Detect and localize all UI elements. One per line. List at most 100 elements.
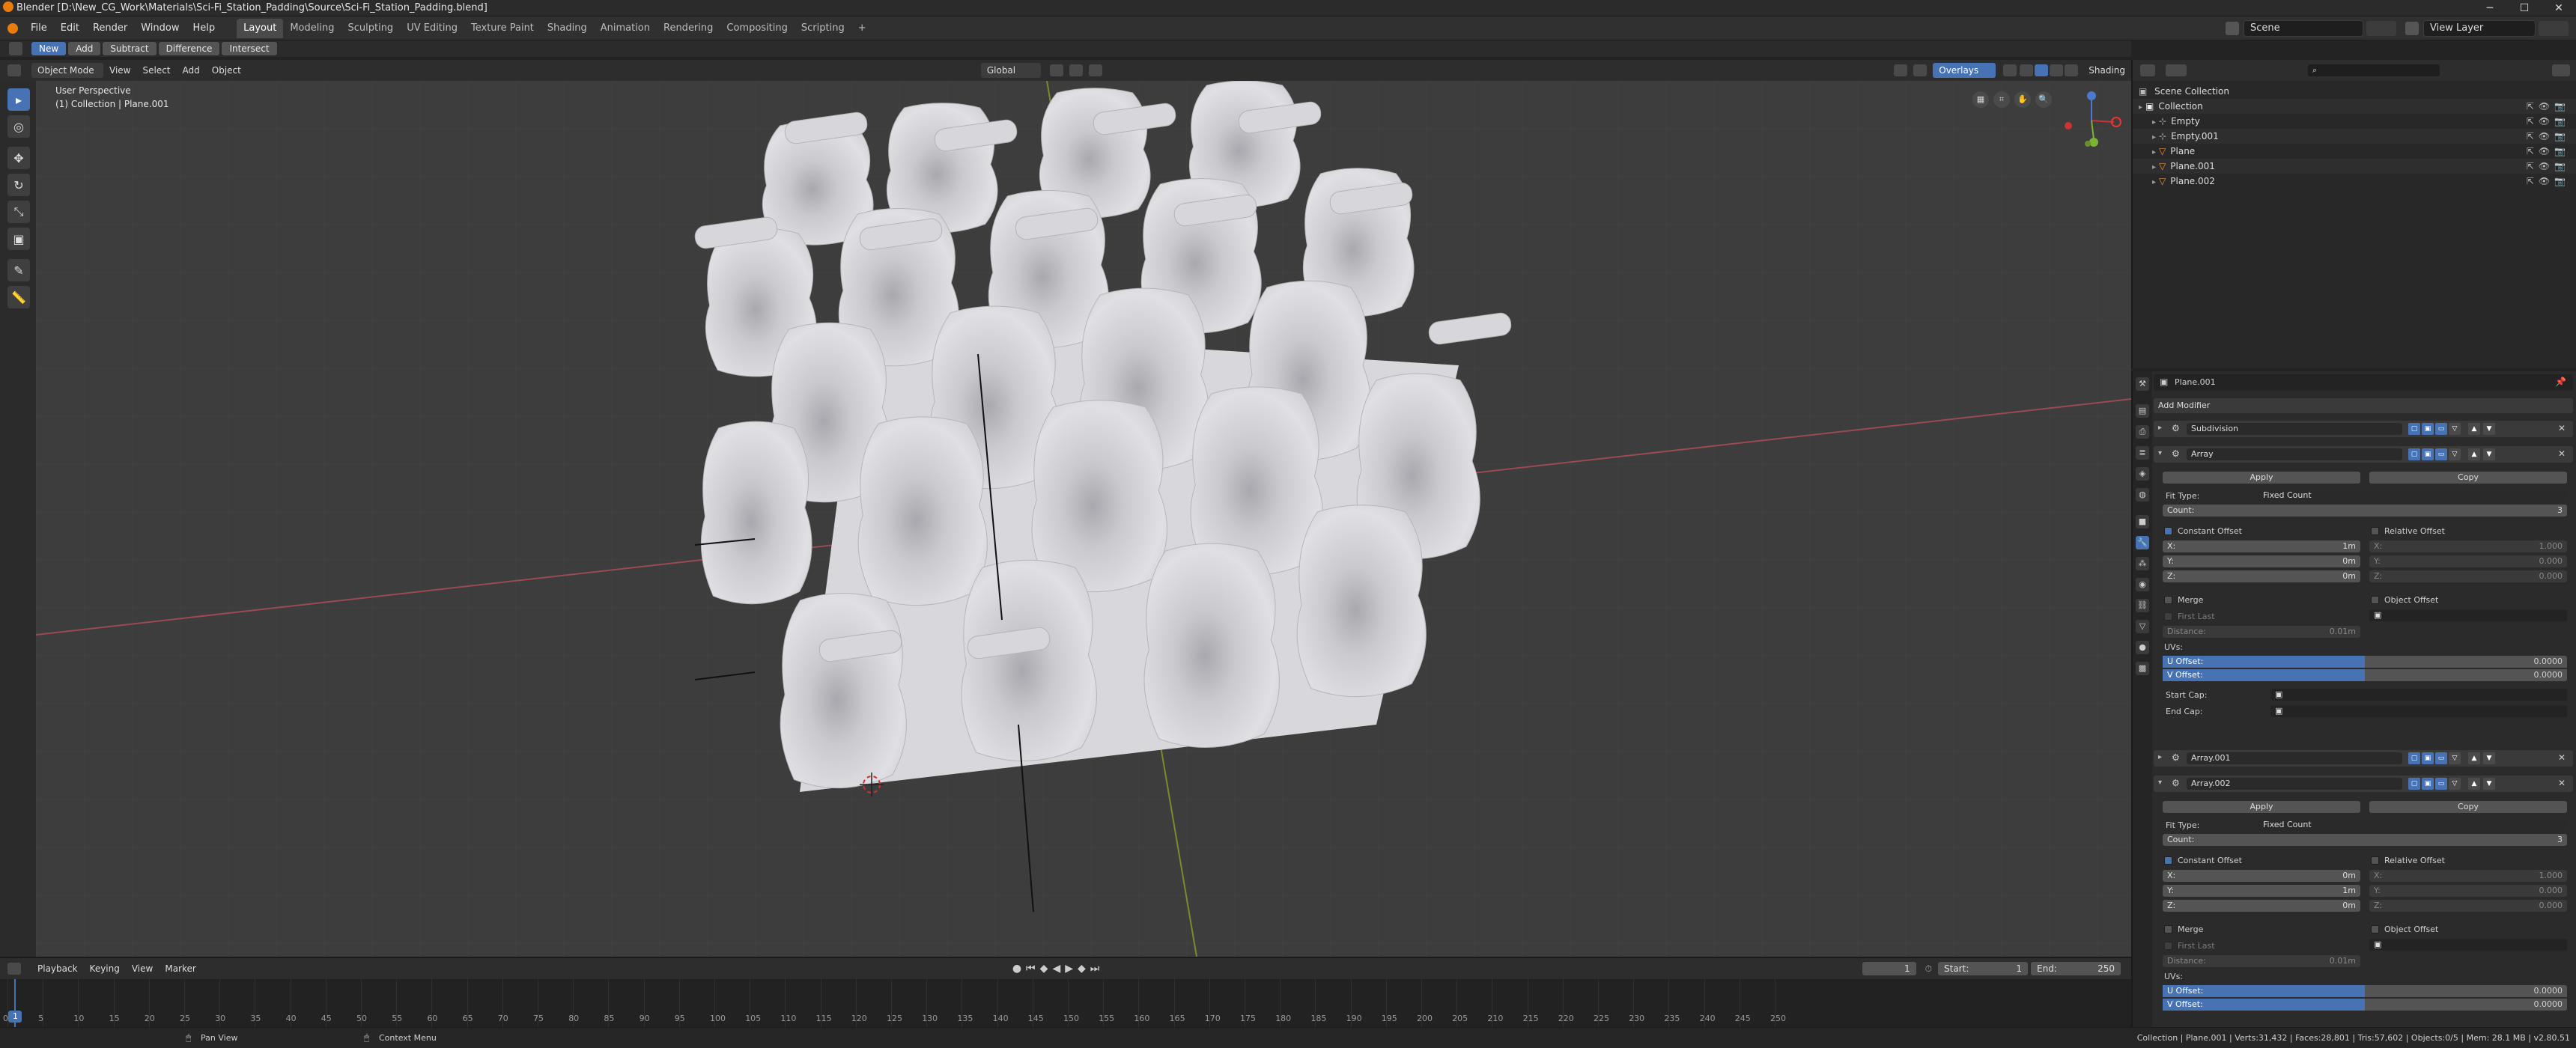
outliner-item[interactable]: ▸ ▣ Collection ⇱👁📷 <box>2133 99 2576 114</box>
show-in-editmode-icon[interactable]: ▣ <box>2422 752 2434 764</box>
select-toggle-icon[interactable]: ⇱ <box>2527 101 2539 112</box>
count-field[interactable]: Count: 3 <box>2163 505 2567 517</box>
view-layer-tab-icon[interactable]: ≣ <box>2136 446 2149 460</box>
relative-offset-checkbox[interactable] <box>2371 527 2379 535</box>
transform-tool-icon[interactable]: ▣ <box>7 228 30 250</box>
tab-layout[interactable]: Layout <box>237 18 284 38</box>
y-axis-icon[interactable] <box>2089 138 2098 147</box>
show-viewport-icon[interactable]: ▭ <box>2435 423 2447 435</box>
overlays-button[interactable]: Overlays <box>1933 63 1996 78</box>
scale-tool-icon[interactable]: ⤡ <box>7 201 30 223</box>
relative-offset-z-field[interactable]: Z: 0.000 <box>2369 900 2567 912</box>
tab-compositing[interactable]: Compositing <box>720 19 795 38</box>
projection-toggle-icon[interactable]: ⌗ <box>1993 91 2010 108</box>
move-up-icon[interactable]: ▲ <box>2468 778 2480 790</box>
move-down-icon[interactable]: ▼ <box>2483 778 2495 790</box>
material-tab-icon[interactable]: ● <box>2136 641 2149 654</box>
scene-tab-icon[interactable]: ◈ <box>2136 467 2149 481</box>
constant-offset-x-field[interactable]: X: 0m <box>2163 870 2360 882</box>
tab-animation[interactable]: Animation <box>594 19 657 38</box>
remove-modifier-icon[interactable]: ✕ <box>2558 778 2566 788</box>
offset-object-field[interactable]: ▣ <box>2369 939 2567 951</box>
wireframe-shading-icon[interactable] <box>2020 64 2034 76</box>
relative-offset-y-field[interactable]: Y: 0.000 <box>2369 885 2567 897</box>
display-mode-icon[interactable] <box>2166 64 2187 76</box>
filter-icon[interactable] <box>2552 64 2570 76</box>
start-frame-input[interactable]: Start: 1 <box>1938 962 2028 975</box>
cursor-tool-icon[interactable]: ◎ <box>7 115 30 138</box>
xray-icon[interactable] <box>2003 64 2017 76</box>
texture-tab-icon[interactable]: ▩ <box>2136 662 2149 675</box>
difference-button[interactable]: Difference <box>158 42 220 55</box>
intersect-button[interactable]: Intersect <box>222 42 277 55</box>
eye-icon[interactable]: 👁 <box>2539 161 2554 171</box>
v-offset-slider[interactable]: V Offset: 0.0000 <box>2163 669 2567 681</box>
constant-offset-checkbox[interactable] <box>2164 527 2172 535</box>
maximize-icon[interactable]: ☐ <box>2507 0 2542 16</box>
camera-icon[interactable]: 📷 <box>2554 176 2570 186</box>
camera-icon[interactable]: 📷 <box>2554 146 2570 156</box>
add-workspace-button[interactable]: + <box>851 19 873 38</box>
show-viewport-icon[interactable]: ▭ <box>2435 752 2447 764</box>
tab-uv-editing[interactable]: UV Editing <box>400 19 464 38</box>
show-in-editmode-icon[interactable]: ▣ <box>2422 778 2434 790</box>
first-last-checkbox[interactable] <box>2164 612 2172 621</box>
select-toggle-icon[interactable]: ⇱ <box>2527 161 2539 171</box>
data-tab-icon[interactable]: ▽ <box>2136 620 2149 633</box>
show-on-cage-icon[interactable]: ▢ <box>2408 423 2420 435</box>
close-icon[interactable]: ✕ <box>2542 0 2576 16</box>
expand-arrow-icon[interactable]: ▸ <box>2158 753 2162 761</box>
expand-arrow-icon[interactable]: ▸ <box>2152 118 2156 127</box>
constant-offset-checkbox[interactable] <box>2164 856 2172 865</box>
menu-playback[interactable]: Playback <box>31 958 84 979</box>
menu-keying[interactable]: Keying <box>84 958 126 979</box>
gizmo-toggle-icon[interactable] <box>1913 64 1928 76</box>
show-on-cage-icon[interactable]: ▢ <box>2408 448 2420 460</box>
material-shading-icon[interactable] <box>2050 64 2064 76</box>
outliner-editor-type-icon[interactable] <box>2140 64 2155 76</box>
relative-offset-y-field[interactable]: Y: 0.000 <box>2369 555 2567 567</box>
mode-selector[interactable]: Object Mode <box>31 63 103 78</box>
shading-dropdown[interactable]: Shading <box>2083 60 2131 81</box>
menu-object[interactable]: Object <box>206 60 247 81</box>
modifier-tab-icon[interactable]: 🔧 <box>2136 536 2149 549</box>
timeline-track[interactable]: 0 5 10 15 20 25 30 35 40 45 50 55 60 65 70 75 80 85 90 95 10… <box>0 979 2131 1027</box>
camera-icon[interactable]: 📷 <box>2554 131 2570 141</box>
select-tool-icon[interactable]: ▸ <box>7 88 30 111</box>
pin-icon[interactable]: 📌 <box>2555 377 2566 387</box>
copy-button[interactable]: Copy <box>2369 801 2567 813</box>
outliner-item[interactable]: ▸ ▽ Plane.002 ⇱👁📷 <box>2133 174 2576 189</box>
object-offset-checkbox[interactable] <box>2371 925 2379 933</box>
expand-arrow-icon[interactable]: ▸ <box>2152 148 2156 156</box>
add-button[interactable]: Add <box>68 42 101 55</box>
constant-offset-z-field[interactable]: Z: 0m <box>2163 570 2360 582</box>
record-icon[interactable]: ● <box>1012 963 1026 975</box>
play-reverse-icon[interactable]: ◀ <box>1052 963 1065 975</box>
modifier-name-field[interactable]: Subdivision <box>2187 423 2402 435</box>
modifier-header[interactable]: ▸ ⚙ Array.001 ▢ ▣ ▭ ▽ ▲ ▼ ✕ <box>2154 750 2573 767</box>
constant-offset-z-field[interactable]: Z: 0m <box>2163 900 2360 912</box>
expand-arrow-icon[interactable]: ▸ <box>2152 133 2156 141</box>
menu-render[interactable]: Render <box>86 16 134 40</box>
eye-icon[interactable]: 👁 <box>2539 101 2554 112</box>
editor-type-icon[interactable] <box>7 64 21 76</box>
apply-button[interactable]: Apply <box>2163 472 2360 484</box>
tab-rendering[interactable]: Rendering <box>657 19 720 38</box>
outliner-item[interactable]: ▸ ⊹ Empty.001 ⇱👁📷 <box>2133 129 2576 144</box>
outliner-search-input[interactable]: ⌕ <box>2308 64 2440 76</box>
3d-viewport[interactable]: User Perspective (1) Collection | Plane.… <box>36 81 2131 957</box>
navigation-gizmo[interactable] <box>2058 87 2125 154</box>
outliner-scene-collection[interactable]: ▣ Scene Collection <box>2133 84 2576 99</box>
camera-icon[interactable]: 📷 <box>2554 101 2570 112</box>
outliner-item[interactable]: ▸ ▽ Plane.001 ⇱👁📷 <box>2133 159 2576 174</box>
move-up-icon[interactable]: ▲ <box>2468 752 2480 764</box>
relative-offset-x-field[interactable]: X: 1.000 <box>2369 540 2567 552</box>
menu-view[interactable]: View <box>103 60 136 81</box>
apply-button[interactable]: Apply <box>2163 801 2360 813</box>
expand-arrow-icon[interactable]: ▸ <box>2139 103 2142 112</box>
timeline-editor-type-icon[interactable] <box>7 963 21 975</box>
visibility-icon[interactable] <box>1894 64 1908 76</box>
jump-end-icon[interactable]: ⏭ <box>1090 963 1105 975</box>
pan-view-icon[interactable]: ✋ <box>2014 91 2031 108</box>
menu-file[interactable]: File <box>24 16 54 40</box>
